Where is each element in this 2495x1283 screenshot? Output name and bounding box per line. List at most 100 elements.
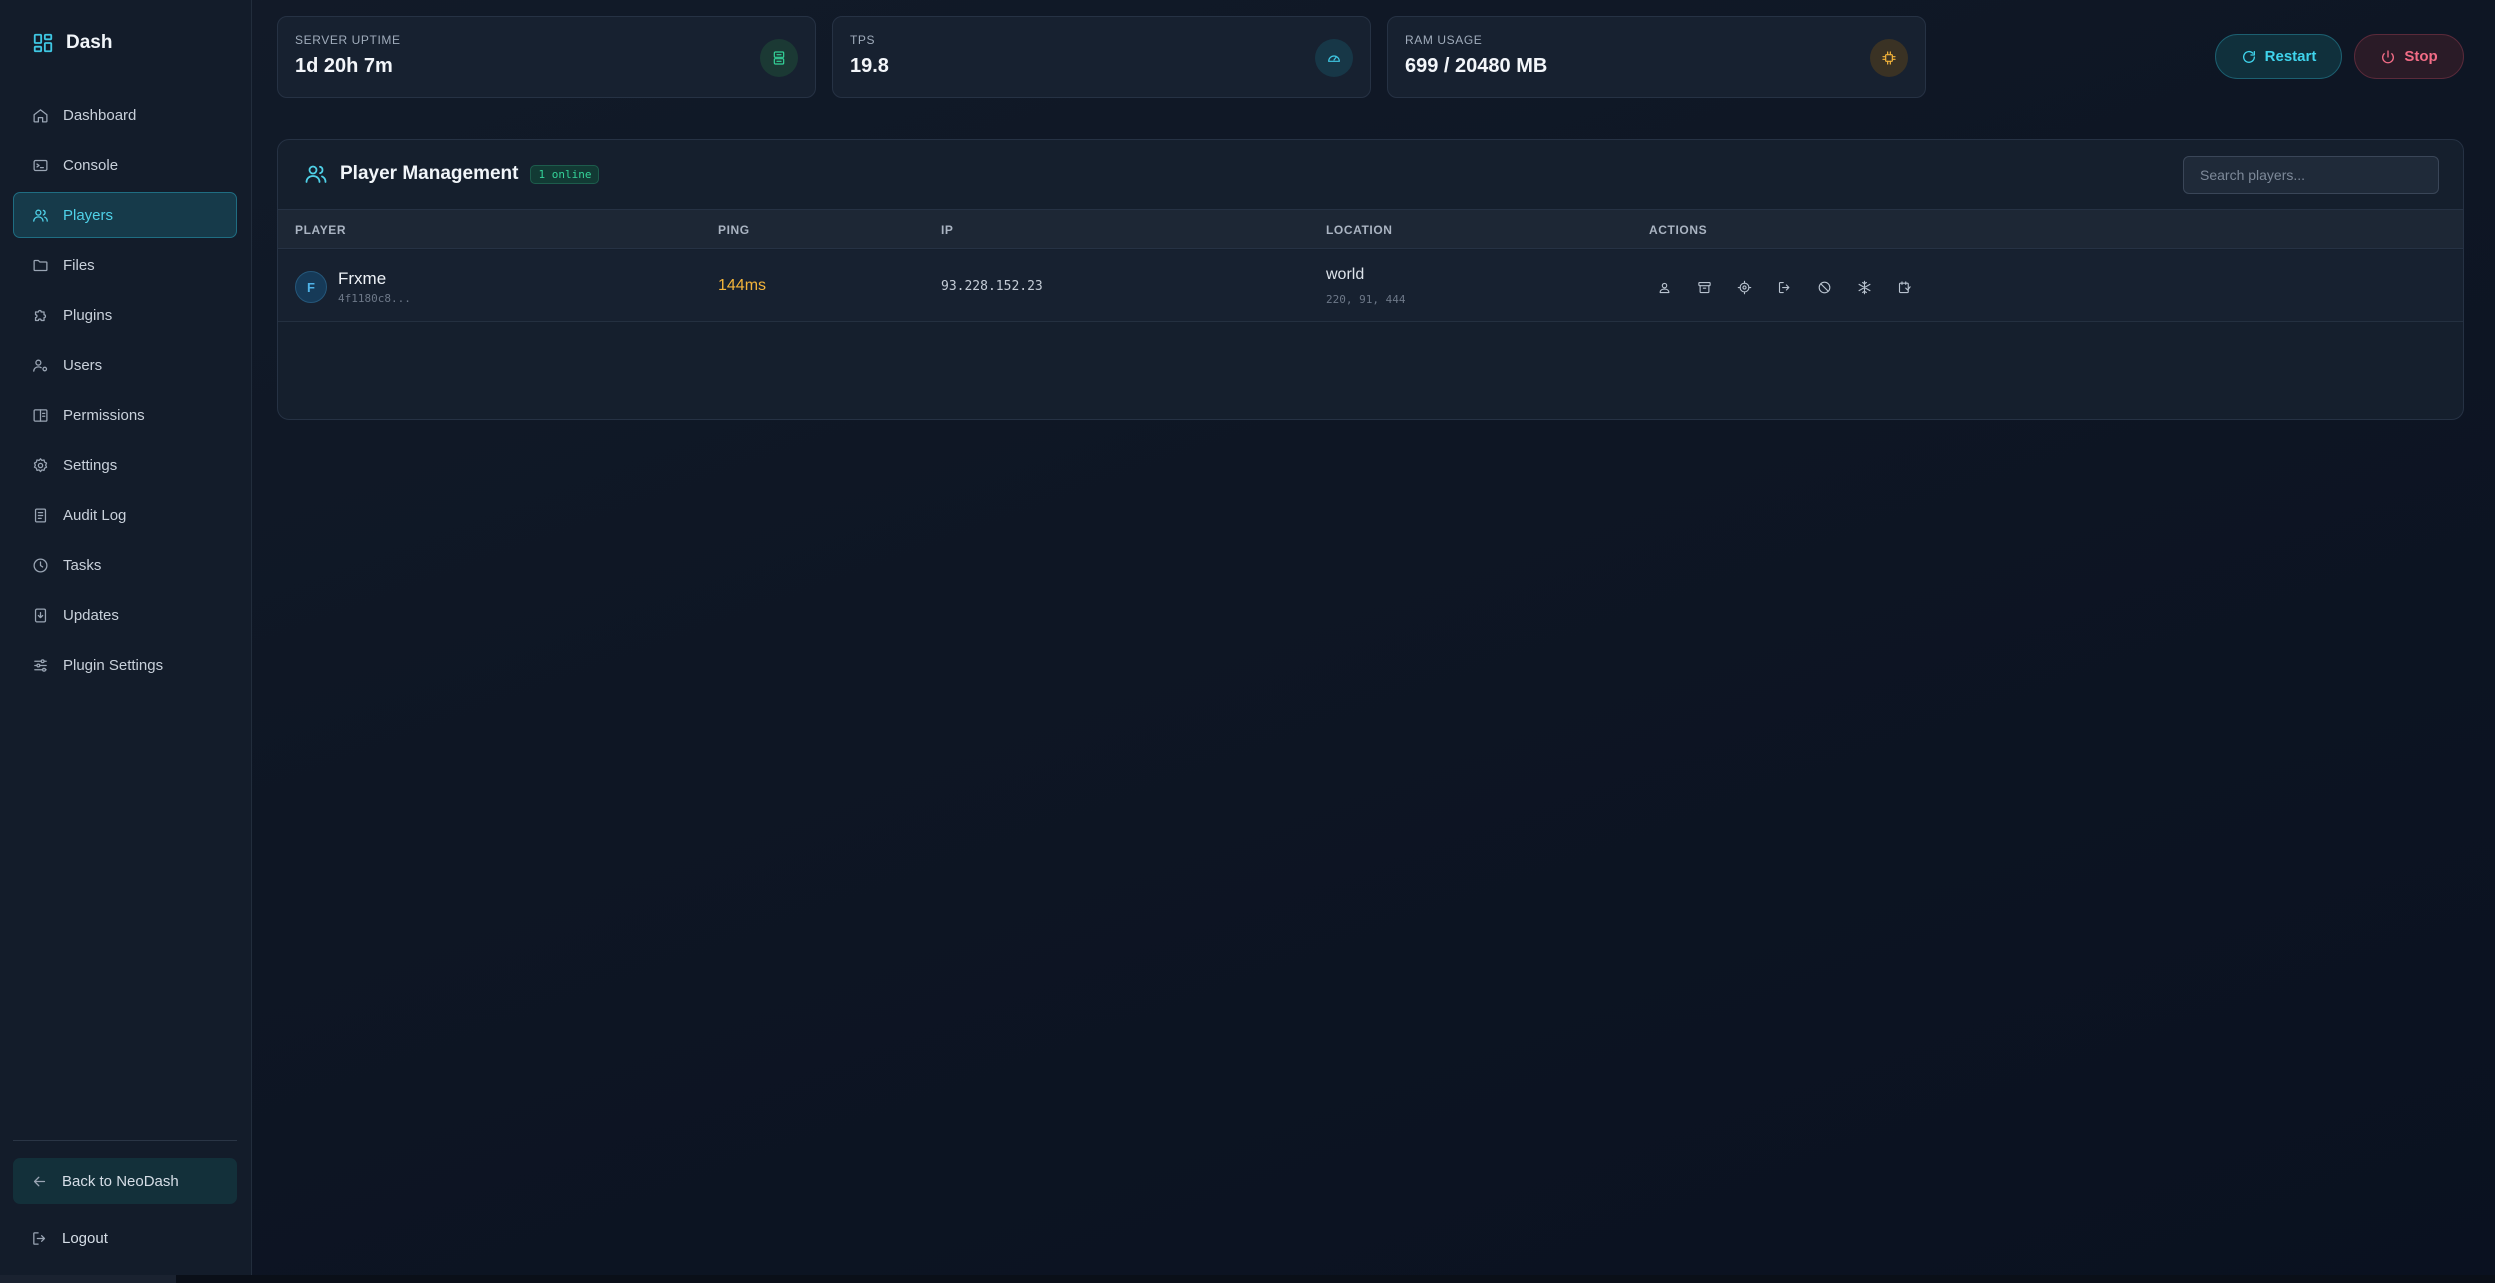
users-icon	[33, 209, 48, 222]
column-header-ping: PING	[718, 223, 750, 237]
sidebar-item-label: Settings	[63, 456, 118, 474]
ban-icon	[1818, 281, 1830, 293]
arrow-left-icon	[33, 1176, 46, 1186]
avatar: F	[295, 271, 327, 303]
logout-icon	[33, 1231, 46, 1245]
player-management-panel: Player Management 1 online PLAYER PING I…	[277, 139, 2464, 420]
stat-value: 1d 20h 7m	[295, 55, 393, 77]
sidebar-nav: Dashboard Console Players Files Plugins …	[13, 92, 237, 692]
player-name: Frxme	[338, 269, 387, 288]
freeze-icon	[1858, 280, 1870, 294]
user-icon	[1659, 282, 1669, 293]
sidebar-item-files[interactable]: Files	[13, 242, 237, 288]
table-header: PLAYER PING IP LOCATION ACTIONS	[278, 209, 2463, 249]
server-icon	[773, 51, 785, 65]
column-header-actions: ACTIONS	[1649, 223, 1708, 237]
stat-icon-wrap	[1315, 39, 1353, 77]
freeze-button[interactable]	[1851, 274, 1877, 300]
sidebar-item-dashboard[interactable]: Dashboard	[13, 92, 237, 138]
teleport-button[interactable]	[1891, 274, 1917, 300]
terminal-icon	[33, 159, 48, 171]
player-world: world	[1326, 266, 1365, 283]
puzzle-icon	[34, 309, 47, 321]
ban-button[interactable]	[1811, 274, 1837, 300]
teleport-icon	[1898, 280, 1911, 293]
sidebar-item-users[interactable]: Users	[13, 342, 237, 388]
column-header-player: PLAYER	[295, 223, 347, 237]
home-icon	[33, 108, 48, 123]
inventory-button[interactable]	[1691, 274, 1717, 300]
archive-icon	[1697, 281, 1711, 293]
stop-label: Stop	[2404, 48, 2438, 65]
logout-label: Logout	[62, 1229, 108, 1247]
restart-button[interactable]: Restart	[2215, 34, 2342, 79]
panel-header: Player Management 1 online	[304, 162, 600, 186]
clipboard-icon	[34, 507, 47, 523]
sidebar-item-label: Files	[63, 256, 95, 274]
sidebar-item-label: Plugin Settings	[63, 656, 164, 674]
kick-button[interactable]	[1771, 274, 1797, 300]
column-header-location: LOCATION	[1326, 223, 1393, 237]
kick-icon	[1778, 281, 1789, 293]
cpu-icon	[1882, 51, 1896, 65]
sidebar-item-settings[interactable]: Settings	[13, 442, 237, 488]
clock-icon	[33, 557, 48, 573]
sidebar-item-label: Audit Log	[63, 506, 127, 524]
stat-card-tps: TPS 19.8	[832, 16, 1371, 98]
sidebar-item-label: Plugins	[63, 306, 113, 324]
sidebar-item-tasks[interactable]: Tasks	[13, 542, 237, 588]
sidebar-item-label: Updates	[63, 606, 119, 624]
brand[interactable]: Dash	[32, 32, 112, 54]
column-header-ip: IP	[941, 223, 954, 237]
gear-icon	[33, 457, 48, 472]
player-ping: 144ms	[718, 277, 767, 294]
sidebar-item-label: Dashboard	[63, 106, 137, 124]
stat-label: RAM USAGE	[1405, 33, 1483, 47]
power-icon	[2382, 49, 2395, 63]
stat-value: 19.8	[850, 55, 889, 77]
stat-label: TPS	[850, 33, 876, 47]
sidebar-item-players[interactable]: Players	[13, 192, 237, 238]
sidebar-item-audit-log[interactable]: Audit Log	[13, 492, 237, 538]
player-coords: 220, 91, 444	[1326, 293, 1406, 306]
dashboard-grid-icon	[33, 33, 53, 53]
sidebar-item-plugins[interactable]: Plugins	[13, 292, 237, 338]
stop-button[interactable]: Stop	[2354, 34, 2464, 79]
sidebar-item-label: Console	[63, 156, 119, 174]
player-uuid: 4f1180c8...	[338, 292, 411, 305]
sidebar-item-updates[interactable]: Updates	[13, 592, 237, 638]
sidebar-item-label: Permissions	[63, 406, 145, 424]
restart-label: Restart	[2264, 48, 2317, 65]
online-badge: 1 online	[530, 164, 600, 184]
back-to-neodash-button[interactable]: Back to NeoDash	[13, 1158, 237, 1204]
locate-button[interactable]	[1731, 274, 1757, 300]
sidebar-item-label: Users	[63, 356, 103, 374]
stat-icon-wrap	[760, 39, 798, 77]
sliders-icon	[34, 658, 47, 672]
sidebar: Dash Dashboard Console Players Files Plu…	[0, 0, 252, 1275]
sidebar-item-permissions[interactable]: Permissions	[13, 392, 237, 438]
scrollbar-thumb[interactable]	[0, 1275, 176, 1283]
sidebar-divider	[13, 1140, 237, 1141]
brand-title: Dash	[66, 32, 113, 53]
book-icon	[33, 408, 48, 422]
panel-title: Player Management	[340, 163, 519, 184]
stat-card-ram: RAM USAGE 699 / 20480 MB	[1387, 16, 1926, 98]
back-label: Back to NeoDash	[62, 1172, 179, 1190]
app-root: Dash Dashboard Console Players Files Plu…	[0, 0, 2495, 1283]
table-row[interactable]: F Frxme 4f1180c8... 144ms 93.228.152.23 …	[278, 250, 2463, 322]
sidebar-item-label: Players	[63, 206, 114, 224]
stat-icon-wrap	[1870, 39, 1908, 77]
sidebar-item-plugin-settings[interactable]: Plugin Settings	[13, 642, 237, 688]
stat-card-uptime: SERVER UPTIME 1d 20h 7m	[277, 16, 816, 98]
stat-label: SERVER UPTIME	[295, 33, 401, 47]
target-icon	[1737, 280, 1751, 294]
stat-value: 699 / 20480 MB	[1405, 55, 1548, 77]
sidebar-item-console[interactable]: Console	[13, 142, 237, 188]
bottom-scrollbar[interactable]	[0, 1275, 2495, 1283]
row-actions	[1651, 274, 1917, 300]
sidebar-item-label: Tasks	[63, 556, 102, 574]
view-profile-button[interactable]	[1651, 274, 1677, 300]
search-players-input[interactable]	[2183, 156, 2439, 194]
logout-button[interactable]: Logout	[13, 1215, 237, 1261]
